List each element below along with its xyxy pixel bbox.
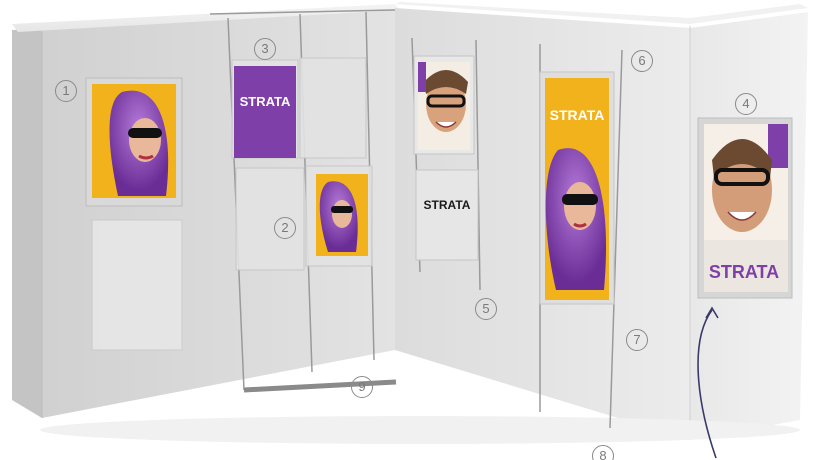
poster-strata-white-text: STRATA [424, 198, 471, 212]
poster-man-glasses-small [413, 55, 475, 155]
marker-7: 7 [626, 329, 648, 351]
exhibition-booth-scene: STRATA STRATA STRATA STRATA 1 2 3 4 5 6 … [0, 0, 819, 460]
poster-tall-strata-text: STRATA [550, 107, 605, 123]
left-wall-acrylic-pocket-lower [91, 219, 183, 351]
poster-strata-white: STRATA [415, 169, 479, 261]
poster-side-strata-text: STRATA [709, 262, 779, 282]
marker-4: 4 [735, 93, 757, 115]
marker-5: 5 [475, 298, 497, 320]
poster-woman-small-center [316, 174, 368, 256]
marker-2: 2 [274, 217, 296, 239]
marker-9: 9 [351, 376, 373, 398]
poster-strata-purple-text: STRATA [240, 94, 291, 109]
marker-1: 1 [55, 80, 77, 102]
marker-6: 6 [631, 50, 653, 72]
marker-8: 8 [592, 445, 614, 460]
poster-man-strata-side: STRATA [697, 117, 793, 299]
poster-woman-yellow-left [85, 77, 183, 207]
booth-illustration: STRATA STRATA STRATA STRATA [12, 2, 808, 459]
marker-3: 3 [254, 38, 276, 60]
poster-strata-purple: STRATA [234, 66, 296, 158]
poster-tall-strata-woman: STRATA [539, 71, 615, 305]
